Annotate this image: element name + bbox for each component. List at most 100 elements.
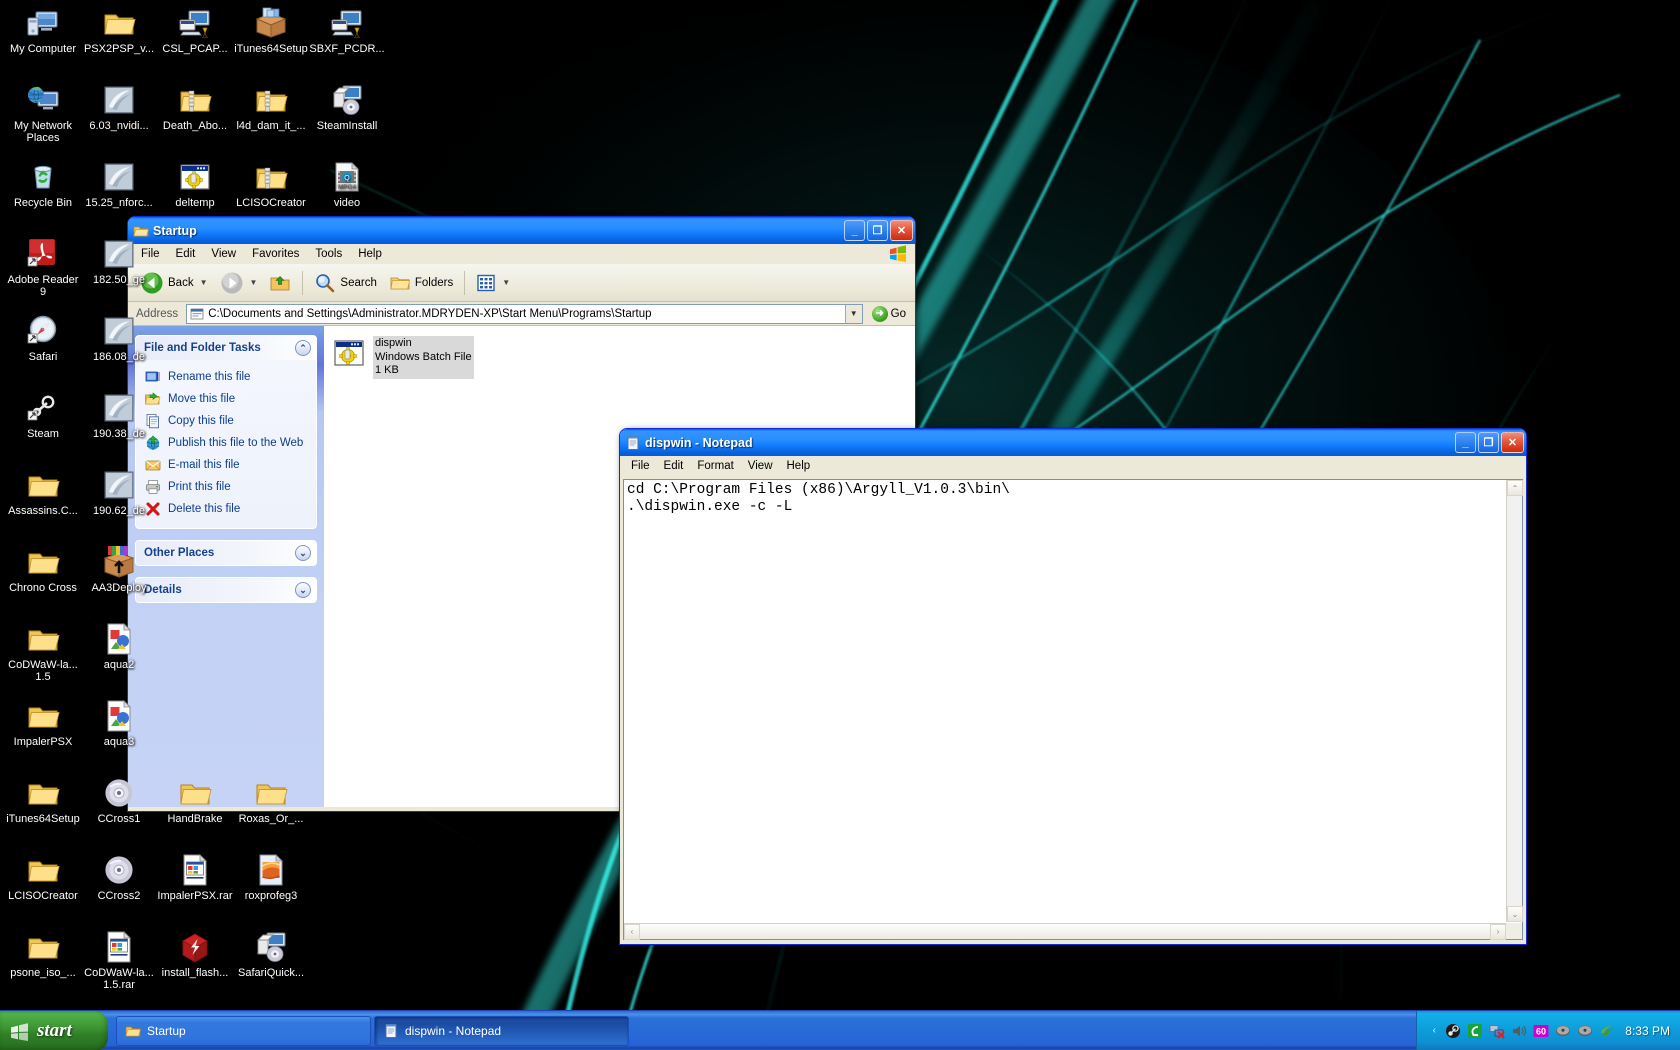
taskbar[interactable]: start Startup dispwin - Notepad ‹ 60 8:3… — [0, 1010, 1680, 1050]
desktop-icon-safariquick[interactable]: SafariQuick... — [233, 930, 309, 979]
desktop-icon-itunes64setup[interactable]: iTunes64Setup — [233, 6, 309, 55]
desktop-icon-label: Recycle Bin — [13, 197, 73, 209]
start-button[interactable]: start — [0, 1011, 108, 1050]
desktop-icon-my-computer[interactable]: My Computer — [5, 6, 81, 55]
desktop-icon-label: aqua2 — [103, 659, 135, 671]
desktop-icon-label: 6.03_nvidi... — [89, 120, 149, 132]
rar-file-icon — [178, 853, 212, 887]
desktop-icon-psone-iso[interactable]: psone_iso_... — [5, 930, 81, 979]
drive-tray-icon[interactable] — [1555, 1023, 1571, 1039]
network-disconnected-icon[interactable] — [1489, 1023, 1505, 1039]
desktop-icon-190-62-de[interactable]: 190.62_de — [81, 468, 157, 517]
desktop-icon-label: 15.25_nforc... — [85, 197, 153, 209]
desktop-icon-label: Steam — [27, 428, 59, 440]
desktop-icon-assassins-c[interactable]: Assassins.C... — [5, 468, 81, 517]
desktop-icon-deltemp[interactable]: deltemp — [157, 160, 233, 209]
desktop-icon-my-network-places[interactable]: My Network Places — [5, 83, 81, 144]
desktop-icon-l4d-dam-it[interactable]: l4d_dam_it_... — [233, 83, 309, 132]
desktop-icon-label: install_flash... — [161, 967, 229, 979]
desktop-icon-itunes64setup[interactable]: iTunes64Setup — [5, 776, 81, 825]
desktop-icon-ccross2[interactable]: CCross2 — [81, 853, 157, 902]
steam-tray-icon[interactable] — [1445, 1023, 1461, 1039]
drive-tray-icon-2[interactable] — [1577, 1023, 1593, 1039]
installer-icon: ⚠ — [178, 6, 212, 40]
desktop-icon-impalerpsx-rar[interactable]: ImpalerPSX.rar — [157, 853, 233, 902]
desktop-icon-install-flash[interactable]: install_flash... — [157, 930, 233, 979]
desktop-icon-aqua2[interactable]: aqua2 — [81, 622, 157, 671]
desktop-icon-steam[interactable]: Steam — [5, 391, 81, 440]
desktop-icon-label: HandBrake — [167, 813, 223, 825]
desktop-icon-label: 190.38_de — [93, 428, 145, 440]
taskbar-button-label: dispwin - Notepad — [405, 1023, 502, 1038]
desktop-icon-steaminstall[interactable]: SteamInstall — [309, 83, 385, 132]
taskbar-button-dispwin-notepad[interactable]: dispwin - Notepad — [374, 1015, 629, 1046]
network-places-icon — [26, 83, 60, 117]
desktop-icon-label: LCISOCreator — [8, 890, 78, 902]
desktop-icon-lcisocreator[interactable]: LCISOCreator — [5, 853, 81, 902]
eset-tray-icon[interactable] — [1467, 1023, 1483, 1039]
desktop-icon-6-03-nvidi[interactable]: 6.03_nvidi... — [81, 83, 157, 132]
desktop-icon-codwaw-la-1-5-rar[interactable]: CoDWaW-la... 1.5.rar — [81, 930, 157, 991]
desktop-icon-190-38-de[interactable]: 190.38_de — [81, 391, 157, 440]
windows-flag-icon — [11, 1022, 28, 1041]
nvidia-icon — [102, 237, 136, 271]
desktop-icon-label: SBXF_PCDR... — [309, 43, 385, 55]
taskbar-button-label: Startup — [147, 1023, 186, 1038]
desktop-icon-impalerpsx[interactable]: ImpalerPSX — [5, 699, 81, 748]
desktop-icon-label: aqua3 — [103, 736, 135, 748]
desktop-icon-label: roxprofeg3 — [244, 890, 298, 902]
zip-folder-icon — [178, 83, 212, 117]
desktop-icon-label: 190.62_de — [93, 505, 145, 517]
desktop-icon-safari[interactable]: Safari — [5, 314, 81, 363]
desktop-icon-label: SteamInstall — [316, 120, 378, 132]
volume-icon[interactable] — [1511, 1023, 1527, 1039]
taskbar-button-startup[interactable]: Startup — [116, 1015, 371, 1046]
desktop-icon-lcisocreator[interactable]: LCISOCreator — [233, 160, 309, 209]
desktop-icon-video[interactable]: Q MPG4 video — [309, 160, 385, 209]
desktop-icon-label: AA3Deploy — [91, 582, 147, 594]
desktop-icon-roxas-or[interactable]: Roxas_Or_... — [233, 776, 309, 825]
clock[interactable]: 8:33 PM — [1625, 1024, 1670, 1038]
desktop-icon-csl-pcap[interactable]: ⚠ CSL_PCAP... — [157, 6, 233, 55]
folder-icon — [26, 545, 60, 579]
desktop[interactable]: My Computer PSX2PSP_v... ⚠ CSL_PCAP... iTune… — [0, 0, 1680, 1050]
nvidia-icon — [102, 391, 136, 425]
desktop-icon-psx2psp-v[interactable]: PSX2PSP_v... — [81, 6, 157, 55]
desktop-icon-chrono-cross[interactable]: Chrono Cross — [5, 545, 81, 594]
desktop-icon-sbxf-pcdr[interactable]: ⚠ SBXF_PCDR... — [309, 6, 385, 55]
steam-icon — [26, 391, 60, 425]
desktop-icon-roxprofeg3[interactable]: roxprofeg3 — [233, 853, 309, 902]
desktop-icon-label: deltemp — [175, 197, 215, 209]
mpg4-file-icon: Q MPG4 — [330, 160, 364, 194]
desktop-icon-label: Adobe Reader 9 — [7, 274, 79, 298]
taskbar-buttons[interactable]: Startup dispwin - Notepad — [108, 1011, 1416, 1050]
installer-icon: ⚠ — [330, 6, 364, 40]
desktop-icon-label: My Computer — [9, 43, 77, 55]
desktop-icon-182-50-ge[interactable]: 182.50_ge — [81, 237, 157, 286]
folder-icon — [102, 6, 136, 40]
desktop-icon-label: CCross1 — [97, 813, 141, 825]
desktop-icon-ccross1[interactable]: CCross1 — [81, 776, 157, 825]
desktop-icon-aa3deploy[interactable]: AA3Deploy — [81, 545, 157, 594]
desktop-icon-handbrake[interactable]: HandBrake — [157, 776, 233, 825]
desktop-icon-label: ImpalerPSX — [13, 736, 73, 748]
desktop-icon-label: CCross2 — [97, 890, 141, 902]
system-tray[interactable]: ‹ 60 8:33 PM — [1416, 1011, 1680, 1050]
folder-icon — [26, 699, 60, 733]
desktop-icon-15-25-nforc[interactable]: 15.25_nforc... — [81, 160, 157, 209]
desktop-icon-aqua3[interactable]: aqua3 — [81, 699, 157, 748]
desktop-icon-label: l4d_dam_it_... — [236, 120, 306, 132]
folder-icon — [26, 776, 60, 810]
desktop-icon-adobe-reader-9[interactable]: Adobe Reader 9 — [5, 237, 81, 298]
desktop-icon-186-08-de[interactable]: 186.08_de — [81, 314, 157, 363]
nvidia-tray-icon[interactable] — [1599, 1023, 1615, 1039]
desktop-icon-grid[interactable]: My Computer PSX2PSP_v... ⚠ CSL_PCAP... iTune… — [0, 0, 1680, 1010]
nvidia-icon — [102, 160, 136, 194]
nvidia-icon — [102, 468, 136, 502]
desktop-icon-codwaw-la-1-5[interactable]: CoDWaW-la... 1.5 — [5, 622, 81, 683]
tray-expand-handle[interactable]: ‹ — [1429, 1025, 1439, 1036]
svg-text:⚠: ⚠ — [354, 32, 360, 40]
desktop-icon-death-abo[interactable]: Death_Abo... — [157, 83, 233, 132]
desktop-icon-recycle-bin[interactable]: Recycle Bin — [5, 160, 81, 209]
daemon-tools-icon[interactable]: 60 — [1533, 1023, 1549, 1039]
